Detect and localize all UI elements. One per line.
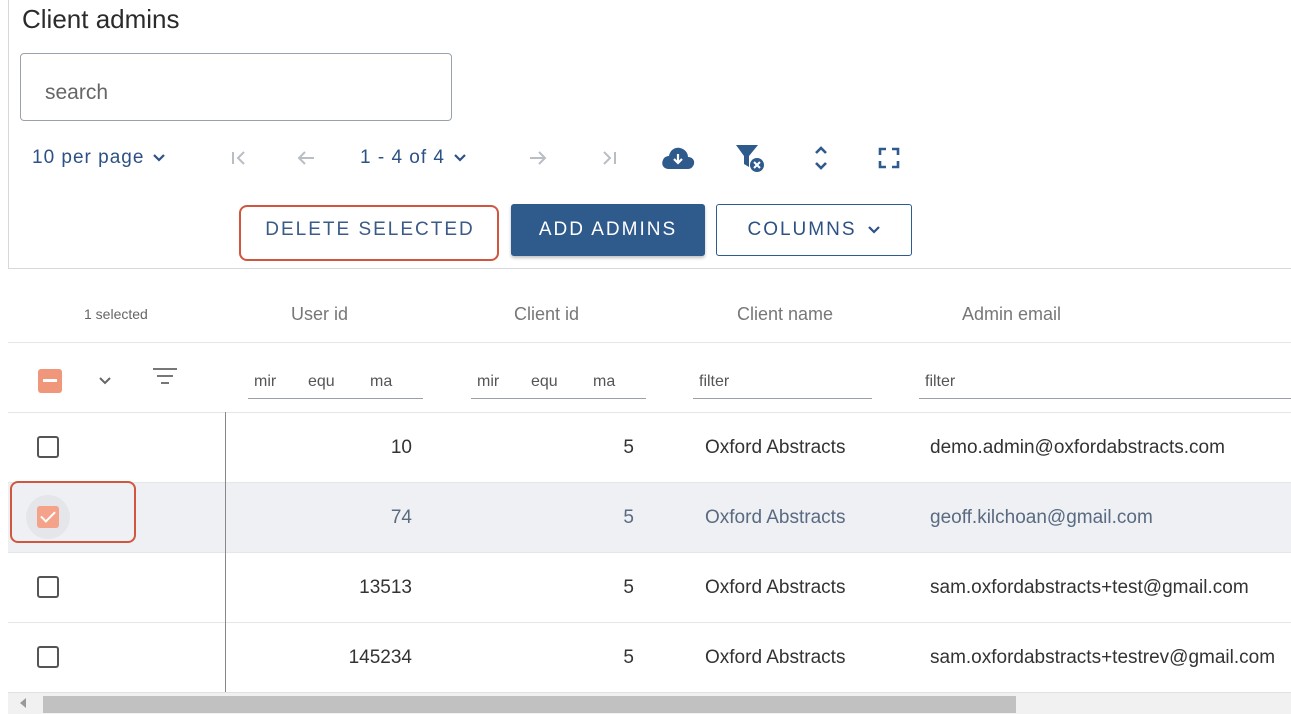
cell-client-name: Oxford Abstracts [705,437,846,458]
delete-selected-button[interactable]: DELETE SELECTED [250,204,490,256]
client-id-max-input[interactable]: ma [593,373,615,391]
chevron-down-icon [153,154,166,162]
table-row[interactable]: 145234 5 Oxford Abstracts sam.oxfordabst… [8,622,1291,693]
columns-button[interactable]: COLUMNS [716,204,912,256]
table-header-row: 1 selected User id Client id Client name… [8,286,1291,342]
expand-rows-button[interactable] [812,142,830,174]
table-row[interactable]: 10 5 Oxford Abstracts demo.admin@oxforda… [8,412,1291,483]
horizontal-scrollbar[interactable] [8,692,1291,714]
header-client-name[interactable]: Client name [737,304,833,325]
row-checkbox[interactable] [37,506,59,528]
filter-row: mir equ ma mir equ ma filter filter [8,342,1291,413]
user-id-max-input[interactable]: ma [370,373,392,391]
row-checkbox[interactable] [37,576,59,598]
cell-client-id: 5 [623,647,634,668]
last-page-icon [603,151,616,165]
cell-admin-email: sam.oxfordabstracts+test@gmail.com [930,577,1249,598]
scroll-left-icon[interactable] [20,698,26,708]
cell-client-id: 5 [623,577,634,598]
next-page-icon [530,151,547,165]
cell-user-id: 74 [390,507,412,528]
header-admin-email[interactable]: Admin email [962,304,1061,325]
prev-page-icon [297,151,314,165]
user-id-min-input[interactable]: mir [254,373,276,391]
prev-page-button[interactable] [296,142,316,174]
client-name-filter-placeholder: filter [699,373,730,390]
add-admins-button[interactable]: ADD ADMINS [511,204,705,256]
client-id-range-filter[interactable]: mir equ ma [471,369,646,399]
table-row[interactable]: 13513 5 Oxford Abstracts sam.oxfordabstr… [8,552,1291,623]
client-id-min-input[interactable]: mir [477,373,499,391]
fullscreen-icon [878,147,900,169]
header-client-id[interactable]: Client id [514,304,579,325]
cell-user-id: 10 [390,437,412,458]
cell-user-id: 145234 [348,647,412,668]
filter-clear-icon [736,145,764,172]
chevron-down-icon [867,226,880,234]
last-page-button[interactable] [600,142,618,174]
search-input[interactable] [43,80,427,106]
first-page-icon [232,151,245,165]
cell-admin-email: geoff.kilchoan@gmail.com [930,507,1153,528]
filter-list-icon [153,368,177,384]
page-range-select[interactable]: 1 - 4 of 4 [360,142,467,174]
cell-admin-email: sam.oxfordabstracts+testrev@gmail.com [930,647,1276,668]
select-all-checkbox[interactable] [38,369,62,393]
row-checkbox[interactable] [37,646,59,668]
per-page-label: 10 per page [32,147,145,168]
select-menu-button[interactable] [98,373,112,391]
row-checkbox[interactable] [37,436,59,458]
cell-client-name: Oxford Abstracts [705,647,846,668]
row-filter-button[interactable] [152,367,178,390]
per-page-select[interactable]: 10 per page [32,142,166,174]
columns-label: COLUMNS [747,219,857,240]
next-page-button[interactable] [528,142,548,174]
client-id-eq-input[interactable]: equ [531,373,558,391]
page-title: Client admins [22,4,180,34]
page-range-label: 1 - 4 of 4 [360,147,445,168]
fullscreen-button[interactable] [878,142,900,174]
search-box[interactable] [20,53,452,121]
user-id-eq-input[interactable]: equ [308,373,335,391]
selected-count: 1 selected [84,306,148,322]
cell-user-id: 13513 [359,577,412,598]
header-user-id[interactable]: User id [291,304,348,325]
cell-client-id: 5 [623,507,634,528]
cell-client-name: Oxford Abstracts [705,507,846,528]
chevron-down-icon [99,377,111,385]
cell-client-name: Oxford Abstracts [705,577,846,598]
table-row[interactable]: 74 5 Oxford Abstracts geoff.kilchoan@gma… [8,482,1291,553]
grid-top-border [8,268,1291,269]
admin-email-filter[interactable]: filter [919,369,1291,399]
pagination-toolbar: 10 per page 1 - 4 of 4 [32,142,932,174]
scrollbar-thumb[interactable] [43,696,1016,713]
download-button[interactable] [660,142,696,174]
first-page-button[interactable] [230,142,248,174]
pinned-column-divider [225,412,226,692]
cloud-download-icon [662,147,695,169]
admin-email-filter-placeholder: filter [925,373,956,390]
cell-admin-email: demo.admin@oxfordabstracts.com [930,437,1225,458]
chevron-down-icon [454,154,466,162]
expand-rows-icon [815,146,827,170]
client-name-filter[interactable]: filter [693,369,872,399]
cell-client-id: 5 [623,437,634,458]
clear-filters-button[interactable] [734,142,766,174]
user-id-range-filter[interactable]: mir equ ma [248,369,423,399]
panel-left-border [0,0,9,268]
